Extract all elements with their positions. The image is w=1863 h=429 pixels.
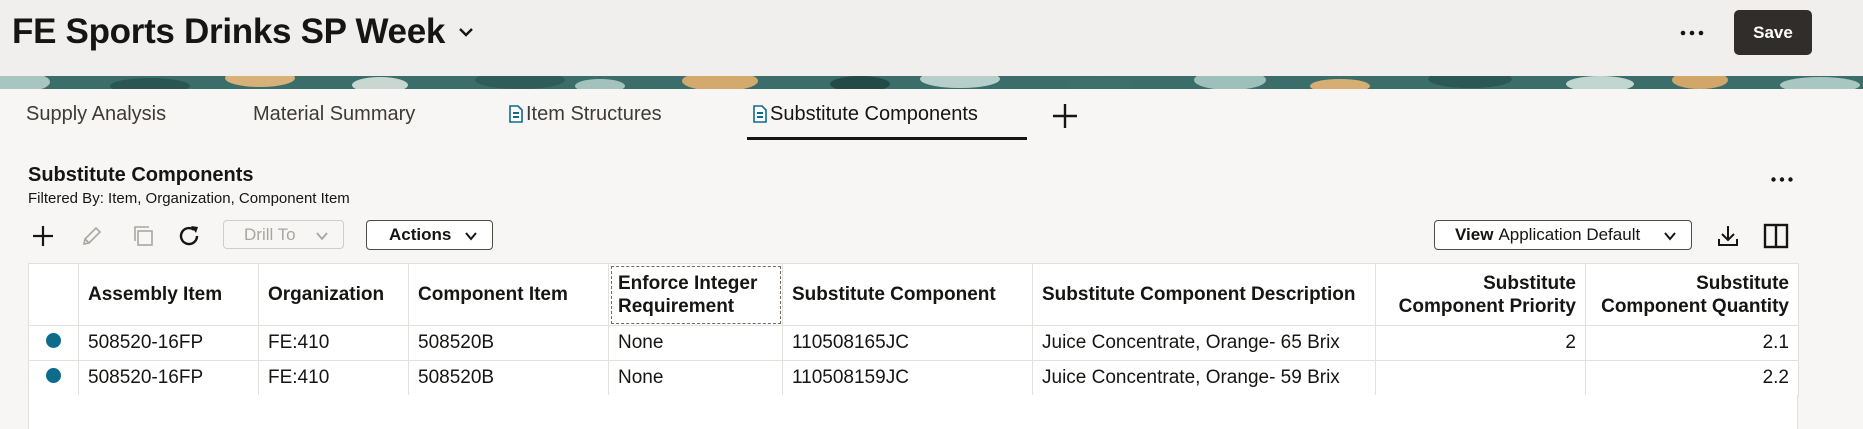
tab-item-structures[interactable]: Item Structures bbox=[509, 89, 662, 139]
more-options-icon[interactable] bbox=[1677, 18, 1707, 48]
view-selector-button[interactable]: View Application Default bbox=[1434, 220, 1692, 250]
column-header[interactable]: Substitute Component Description bbox=[1032, 263, 1376, 326]
row-indicator bbox=[28, 325, 79, 361]
drill-to-button[interactable]: Drill To bbox=[223, 220, 344, 249]
actions-button[interactable]: Actions bbox=[366, 220, 493, 250]
tab-label: Supply Analysis bbox=[26, 102, 167, 125]
filter-summary: Filtered By: Item, Organization, Compone… bbox=[28, 190, 350, 207]
chevron-down-icon bbox=[316, 232, 328, 241]
tab-substitute-components[interactable]: Substitute Components bbox=[753, 89, 978, 139]
column-header[interactable]: Organization bbox=[258, 263, 409, 326]
table-cell[interactable]: 508520-16FP bbox=[78, 360, 259, 396]
table-cell[interactable]: 508520B bbox=[408, 325, 609, 361]
table-cell[interactable]: 2.1 bbox=[1585, 325, 1799, 361]
column-header[interactable]: Enforce Integer Requirement bbox=[608, 263, 783, 326]
table-header-row: Assembly Item Organization Component Ite… bbox=[28, 263, 1799, 326]
drill-to-label: Drill To bbox=[244, 224, 296, 244]
tab-label: Item Structures bbox=[526, 102, 662, 125]
table-cell[interactable]: FE:410 bbox=[258, 360, 409, 396]
column-header[interactable]: Substitute Component bbox=[782, 263, 1033, 326]
table-cell[interactable]: 110508159JC bbox=[782, 360, 1033, 396]
section-title: Substitute Components bbox=[28, 164, 254, 186]
split-view-icon[interactable] bbox=[1761, 221, 1791, 251]
substitute-components-table: Assembly Item Organization Component Ite… bbox=[28, 263, 1799, 396]
section-more-icon[interactable] bbox=[1766, 166, 1798, 192]
document-icon bbox=[509, 105, 523, 123]
table-row[interactable]: 508520-16FP FE:410 508520B None 11050815… bbox=[28, 360, 1799, 396]
table-cell[interactable]: 2.2 bbox=[1585, 360, 1799, 396]
table-cell[interactable]: None bbox=[608, 325, 783, 361]
column-header[interactable]: Component Item bbox=[408, 263, 609, 326]
decorative-banner bbox=[0, 76, 1863, 89]
actions-label: Actions bbox=[389, 225, 452, 244]
row-indicator bbox=[28, 360, 79, 396]
chevron-down-icon bbox=[465, 232, 477, 241]
table-row[interactable]: 508520-16FP FE:410 508520B None 11050816… bbox=[28, 325, 1799, 361]
document-icon bbox=[753, 105, 767, 123]
column-header[interactable]: Assembly Item bbox=[78, 263, 259, 326]
row-indicator-header bbox=[28, 263, 79, 326]
table-cell[interactable] bbox=[1375, 360, 1586, 396]
add-row-icon[interactable] bbox=[28, 221, 58, 251]
table-cell[interactable]: 508520B bbox=[408, 360, 609, 396]
chevron-down-icon bbox=[459, 28, 473, 37]
table-empty-area bbox=[28, 395, 1798, 429]
add-tab-icon[interactable] bbox=[1050, 101, 1080, 131]
status-dot-icon bbox=[46, 333, 61, 348]
tab-supply-analysis[interactable]: Supply Analysis bbox=[26, 89, 166, 139]
save-button[interactable]: Save bbox=[1734, 10, 1812, 55]
download-icon[interactable] bbox=[1713, 221, 1743, 251]
column-header[interactable]: Substitute Component Priority bbox=[1375, 263, 1586, 326]
active-tab-indicator bbox=[747, 137, 1027, 140]
table-cell[interactable]: Juice Concentrate, Orange- 65 Brix bbox=[1032, 325, 1376, 361]
edit-pencil-icon[interactable] bbox=[77, 221, 107, 251]
chevron-down-icon bbox=[1664, 232, 1676, 241]
table-cell[interactable]: FE:410 bbox=[258, 325, 409, 361]
view-prefix: View bbox=[1455, 225, 1494, 244]
tab-material-summary[interactable]: Material Summary bbox=[253, 89, 415, 139]
table-cell[interactable]: None bbox=[608, 360, 783, 396]
column-header[interactable]: Substitute Component Quantity bbox=[1585, 263, 1799, 326]
tab-label: Substitute Components bbox=[770, 102, 978, 125]
table-cell[interactable]: Juice Concentrate, Orange- 59 Brix bbox=[1032, 360, 1376, 396]
status-dot-icon bbox=[46, 368, 61, 383]
tab-bar: Supply Analysis Material Summary Item St… bbox=[0, 89, 1863, 141]
title-dropdown[interactable]: FE Sports Drinks SP Week bbox=[12, 8, 477, 56]
duplicate-icon[interactable] bbox=[128, 221, 158, 251]
view-value: Application Default bbox=[1498, 225, 1641, 244]
refresh-icon[interactable] bbox=[174, 221, 204, 251]
page-header: FE Sports Drinks SP Week Save bbox=[0, 0, 1863, 76]
table-cell[interactable]: 508520-16FP bbox=[78, 325, 259, 361]
tab-label: Material Summary bbox=[253, 102, 416, 125]
table-cell[interactable]: 110508165JC bbox=[782, 325, 1033, 361]
page-title: FE Sports Drinks SP Week bbox=[12, 12, 446, 51]
table-cell[interactable]: 2 bbox=[1375, 325, 1586, 361]
